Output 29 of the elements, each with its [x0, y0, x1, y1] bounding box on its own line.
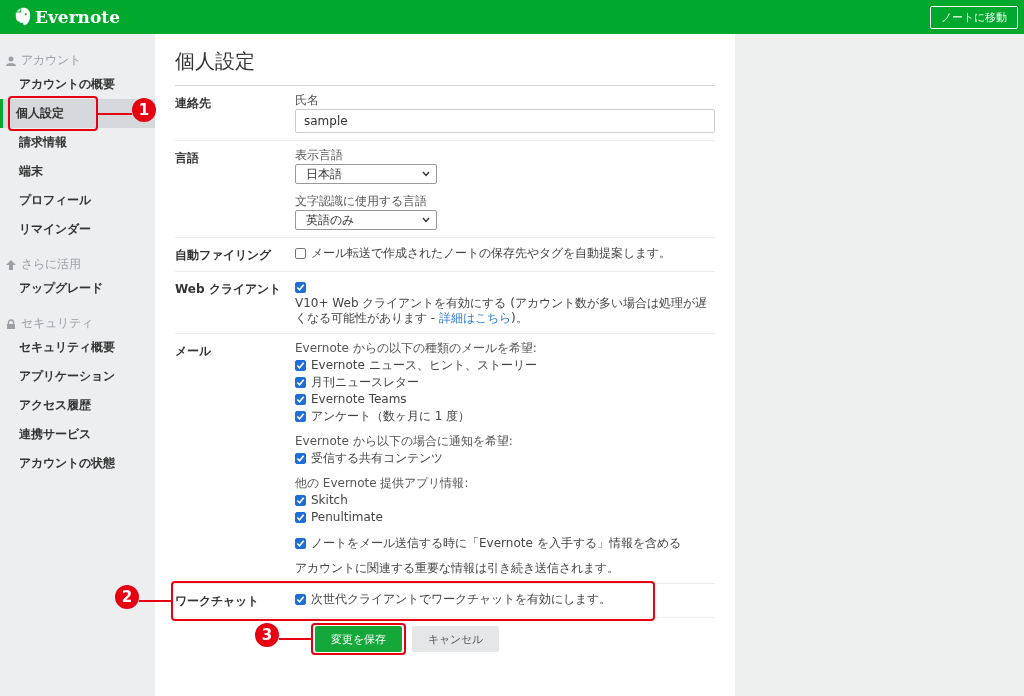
checkbox-label: Skitch — [311, 493, 348, 507]
section-heading: アカウント — [21, 52, 81, 69]
checkbox-label: ノートをメール送信する時に「Evernote を入手する」情報を含める — [311, 534, 681, 552]
logo-text: Evernote — [35, 7, 120, 27]
field-label: Evernote から以下の場合に通知を希望: — [295, 434, 514, 449]
field-label: 他の Evernote 提供アプリ情報: — [295, 476, 470, 491]
checkbox-label: アンケート（数ヶ月に 1 度） — [311, 407, 471, 425]
checkbox-label: Evernote ニュース、ヒント、ストーリー — [311, 356, 537, 374]
checkbox-label: 受信する共有コンテンツ — [311, 449, 443, 467]
info-text: アカウントに関連する重要な情報は引き続き送信されます。 — [295, 561, 620, 576]
field-label: Evernote からの以下の種類のメールを希望: — [295, 341, 538, 356]
checkbox-label: 次世代クライアントでワークチャットを有効にします。 — [311, 590, 611, 608]
field-label: 氏名 — [295, 93, 320, 108]
checkbox-label: 月刊ニュースレター — [311, 373, 419, 391]
field-label: 文字認識に使用する言語 — [295, 194, 428, 209]
section-heading: さらに活用 — [21, 256, 81, 273]
section-label: メール — [175, 343, 212, 360]
page-title: 個人設定 — [175, 48, 715, 86]
description-text: V10+ Web クライアントを有効にする (アカウント数が多い場合は処理が遅くなる可能性があります - 詳細はこちら)。 — [295, 296, 708, 326]
checkbox-label: メール転送で作成されたノートの保存先やタグを自動提案します。 — [311, 244, 671, 262]
section-label: 言語 — [175, 150, 200, 167]
field-label: 表示言語 — [295, 148, 344, 163]
section-label: 連絡先 — [175, 95, 212, 112]
section-label: Web クライアント — [175, 281, 282, 298]
checkbox-label: Evernote Teams — [311, 392, 407, 406]
checkbox-label: Penultimate — [311, 510, 383, 524]
section-label: 自動ファイリング — [175, 247, 273, 264]
section-label: ワークチャット — [175, 593, 260, 610]
section-heading: セキュリティ — [21, 315, 93, 332]
